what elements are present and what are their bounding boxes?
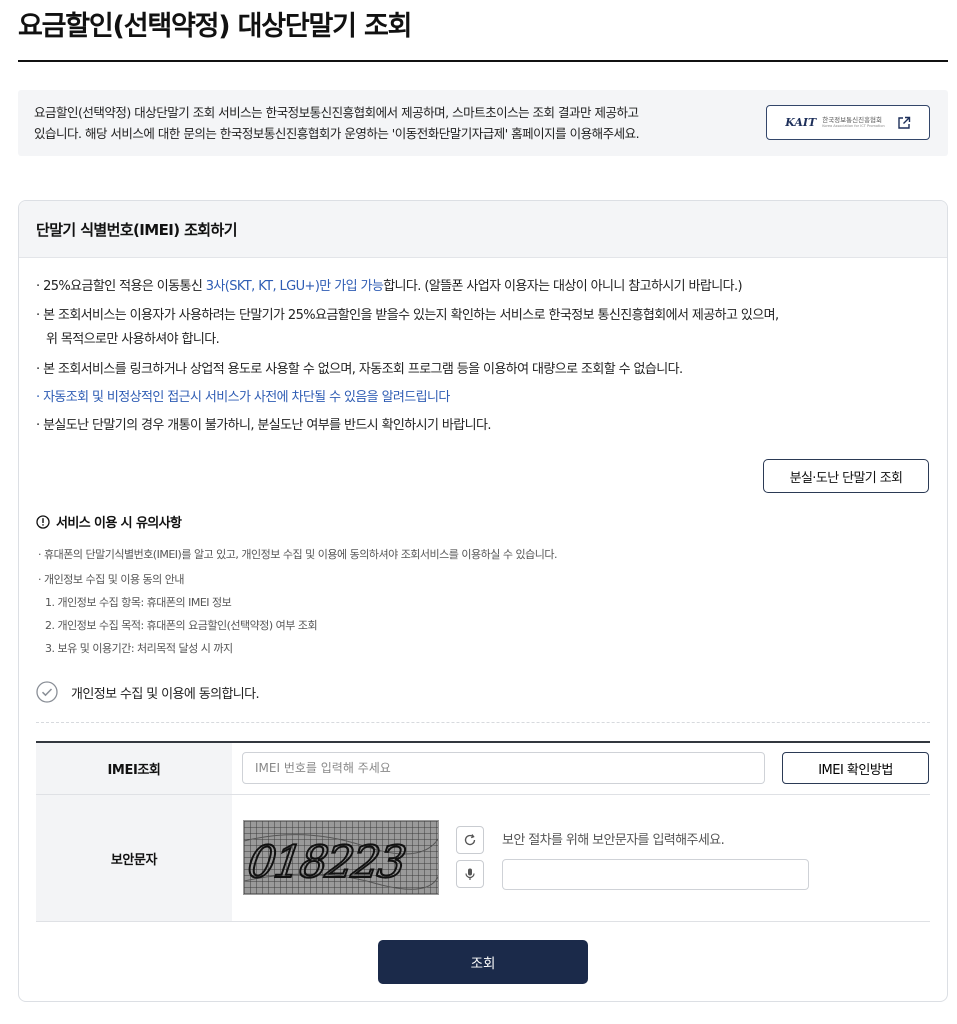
caution-item: · 휴대폰의 단말기식별번호(IMEI)를 알고 있고, 개인정보 수집 및 이… <box>38 548 557 561</box>
caution-title: 서비스 이용 시 유의사항 <box>56 516 182 531</box>
captcha-label-cell: 보안문자 <box>36 795 232 921</box>
panel-header: 단말기 식별번호(IMEI) 조회하기 <box>19 201 947 258</box>
notice-2: · 본 조회서비스는 이용자가 사용하려는 단말기가 25%요금할인을 받을수 … <box>36 304 926 352</box>
microphone-icon <box>465 868 475 880</box>
imei-panel: 단말기 식별번호(IMEI) 조회하기 · 25%요금할인 적용은 이동통신 3… <box>18 200 948 1002</box>
caution-item: 3. 보유 및 이용기간: 처리목적 달성 시 까지 <box>45 642 233 655</box>
captcha-refresh-button[interactable] <box>456 826 484 854</box>
notice-4: · 자동조회 및 비정상적인 접근시 서비스가 사전에 차단될 수 있음을 알려… <box>36 390 450 405</box>
kait-name: 한국정보통신진흥협회 <box>822 116 883 124</box>
notice-1: · 25%요금할인 적용은 이동통신 3사(SKT, KT, LGU+)만 가입… <box>36 275 926 299</box>
dashed-divider <box>36 722 930 723</box>
kait-logo: KAIT <box>785 116 817 129</box>
notice-1-highlight: 3사(SKT, KT, LGU+)만 가입 가능 <box>205 279 384 294</box>
imei-input[interactable] <box>242 752 765 784</box>
notice-1-post: 합니다. (알뜰폰 사업자 이용자는 대상이 아니니 참고하시기 바랍니다.) <box>383 279 743 294</box>
captcha-image: 018223 <box>243 820 439 895</box>
captcha-text: 018223 <box>245 837 408 888</box>
title-divider <box>18 60 948 62</box>
consent-label: 개인정보 수집 및 이용에 동의합니다. <box>71 686 260 702</box>
kait-name-en: Korea Association for ICT Promotion <box>822 124 885 128</box>
caution-item: 1. 개인정보 수집 항목: 휴대폰의 IMEI 정보 <box>45 596 232 609</box>
notice-2-line-2: 위 목적으로만 사용하셔야 합니다. <box>46 332 220 347</box>
info-line-1: 요금할인(선택약정) 대상단말기 조회 서비스는 한국정보통신진흥협회에서 제공… <box>34 105 639 120</box>
refresh-icon <box>464 834 476 846</box>
notice-2-line-1: · 본 조회서비스는 이용자가 사용하려는 단말기가 25%요금할인을 받을수 … <box>36 308 779 323</box>
captcha-hint: 보안 절차를 위해 보안문자를 입력해주세요. <box>502 833 725 848</box>
submit-button[interactable]: 조회 <box>378 940 588 984</box>
caution-item: · 개인정보 수집 및 이용 동의 안내 <box>38 573 185 586</box>
consent-checkbox[interactable]: 개인정보 수집 및 이용에 동의합니다. <box>36 681 260 703</box>
imei-label-cell: IMEI조회 <box>36 743 232 794</box>
captcha-audio-button[interactable] <box>456 860 484 888</box>
caution-item: 2. 개인정보 수집 목적: 휴대폰의 요금할인(선택약정) 여부 조회 <box>45 619 318 632</box>
captcha-graphic: 018223 <box>244 821 438 894</box>
caution-heading: 서비스 이용 시 유의사항 <box>36 512 182 531</box>
kait-link-button[interactable]: KAIT 한국정보통신진흥협회 Korea Association for IC… <box>766 105 930 140</box>
info-box: 요금할인(선택약정) 대상단말기 조회 서비스는 한국정보통신진흥협회에서 제공… <box>18 90 948 156</box>
page-title: 요금할인(선택약정) 대상단말기 조회 <box>18 11 412 42</box>
notice-1-pre: · 25%요금할인 적용은 이동통신 <box>36 279 206 294</box>
kait-name-block: 한국정보통신진흥협회 Korea Association for ICT Pro… <box>822 116 885 129</box>
imei-help-button[interactable]: IMEI 확인방법 <box>782 752 929 784</box>
panel-title: 단말기 식별번호(IMEI) 조회하기 <box>36 221 238 239</box>
lost-stolen-check-button[interactable]: 분실·도난 단말기 조회 <box>763 459 929 493</box>
row-divider <box>36 921 930 922</box>
check-circle-icon <box>36 681 58 703</box>
info-circle-icon <box>36 514 50 529</box>
info-line-2: 있습니다. 해당 서비스에 대한 문의는 한국정보통신진흥협회가 운영하는 '이… <box>34 126 640 141</box>
notice-3: · 본 조회서비스를 링크하거나 상업적 용도로 사용할 수 없으며, 자동조회… <box>36 362 683 377</box>
external-link-icon <box>898 116 910 129</box>
notice-5: · 분실도난 단말기의 경우 개통이 불가하니, 분실도난 여부를 반드시 확인… <box>36 418 491 433</box>
captcha-input[interactable] <box>502 859 809 890</box>
info-text: 요금할인(선택약정) 대상단말기 조회 서비스는 한국정보통신진흥협회에서 제공… <box>34 102 754 144</box>
